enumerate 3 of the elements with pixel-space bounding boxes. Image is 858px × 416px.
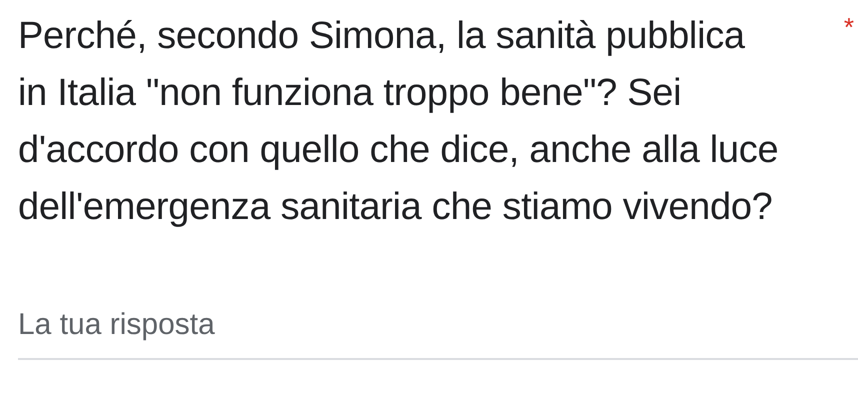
question-text: Perché, secondo Simona, la sanità pubblica in Italia "non funziona troppo bene"? Sei d'accordo con quello che dice, anche alla luce dell'emergenza sanitaria che stiamo vivendo? — [18, 14, 780, 230]
answer-field[interactable]: La tua risposta — [18, 308, 858, 360]
required-mark: * — [844, 14, 854, 40]
